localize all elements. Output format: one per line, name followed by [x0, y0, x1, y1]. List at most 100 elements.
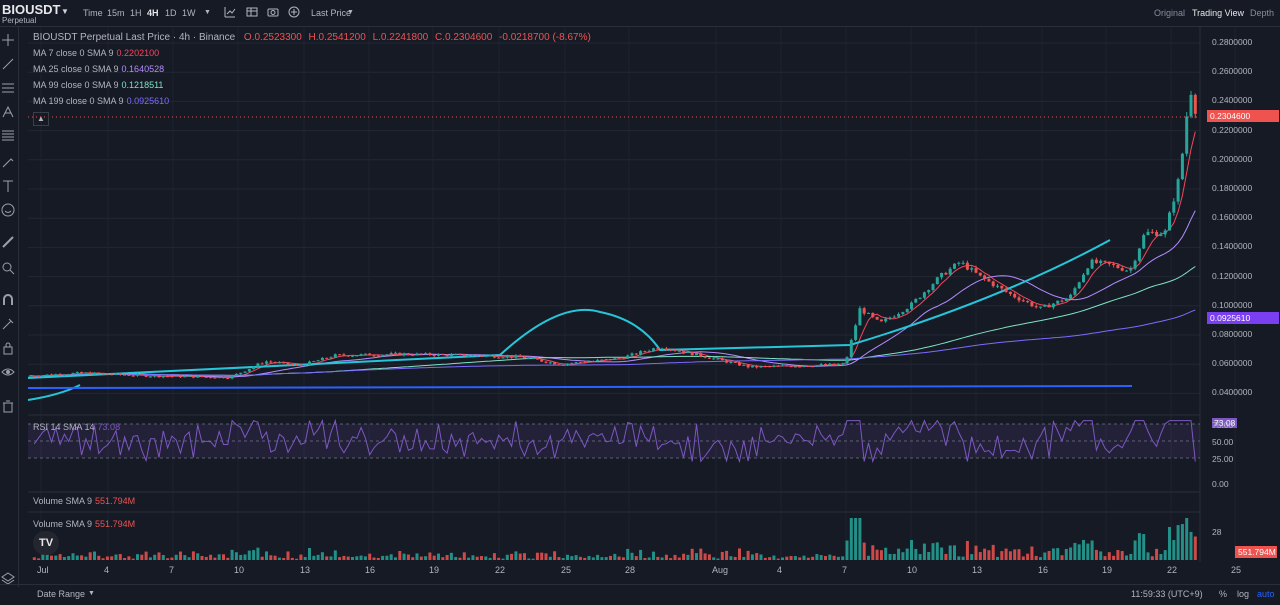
volume-bar — [677, 557, 681, 560]
volume-bar — [1064, 548, 1068, 560]
candle-body — [204, 376, 208, 378]
volume-bar — [144, 551, 148, 560]
volume-bar — [471, 555, 475, 560]
volume-bar — [733, 556, 737, 560]
auto-toggle[interactable]: auto — [1257, 589, 1275, 599]
candle-body — [286, 362, 290, 365]
volume-bar — [673, 554, 677, 560]
volume-bar — [1133, 540, 1137, 560]
candle-body — [501, 357, 505, 359]
legend-ma199[interactable]: MA 199 close 0 SMA 9 0.0925610 — [33, 96, 169, 106]
volume-bar — [394, 557, 397, 560]
volume-bar — [574, 555, 578, 560]
candle-body — [1146, 231, 1150, 236]
legend-ma7[interactable]: MA 7 close 0 SMA 9 0.2202100 — [33, 48, 159, 58]
volume-bar — [363, 556, 367, 560]
log-toggle[interactable]: log — [1237, 589, 1249, 599]
date-range-dropdown-icon[interactable]: ▼ — [88, 590, 95, 597]
volume-bar — [260, 556, 264, 560]
candle-body — [148, 376, 152, 378]
volume-bar — [561, 558, 565, 560]
legend-change: -0.0218700 (-8.67%) — [499, 32, 591, 43]
candle-body — [368, 353, 372, 356]
price-chart[interactable] — [0, 0, 1280, 604]
volume-bar — [166, 558, 170, 560]
rsi-level-0: 0.00 — [1212, 479, 1229, 489]
candle-body — [217, 376, 221, 378]
volume-bar — [1047, 551, 1051, 560]
candle-body — [970, 268, 974, 270]
candle-body — [991, 281, 995, 287]
volume-bar — [957, 556, 961, 560]
candle-body — [944, 272, 948, 275]
volume-bar — [836, 556, 840, 560]
volume-bar — [204, 556, 208, 560]
candle-body — [587, 361, 591, 363]
candle-body — [45, 374, 49, 376]
volume-bar — [793, 556, 797, 560]
clock[interactable]: 11:59:33 (UTC+9) — [1131, 589, 1203, 599]
rsi-level-75: 75.00 — [1212, 420, 1234, 430]
volume-bar — [1004, 548, 1008, 560]
volume-bar — [1099, 551, 1103, 560]
candle-body — [41, 375, 45, 377]
rsi-legend: RSI 14 SMA 14 73.08 — [33, 422, 120, 432]
candle-body — [544, 361, 548, 363]
volume-bar — [118, 554, 122, 560]
volume-bar — [320, 552, 324, 560]
price-axis-label: 0.2400000 — [1212, 95, 1253, 106]
candle-body — [153, 375, 157, 377]
volume-bar — [544, 553, 548, 560]
volume-bar — [1112, 555, 1116, 560]
volume-bar — [1193, 536, 1197, 560]
volume-bar — [578, 556, 582, 560]
volume-legend-top: Volume SMA 9 551.794M — [33, 496, 135, 506]
volume-bar — [1082, 539, 1085, 560]
candle-body — [617, 358, 621, 360]
candle-body — [480, 355, 483, 357]
candle-body — [656, 348, 660, 350]
volume-bar — [170, 557, 174, 560]
legend-title-row: BIOUSDT Perpetual Last Price · 4h · Bina… — [33, 32, 591, 43]
volume-bar — [875, 549, 879, 560]
volume-bar — [695, 553, 698, 560]
candle-body — [523, 356, 526, 359]
volume-bar — [983, 548, 987, 560]
candle-body — [1180, 153, 1184, 180]
volume-bar — [372, 557, 376, 560]
rsi-band — [28, 424, 1200, 458]
volume-bar — [944, 553, 948, 560]
volume-bar — [406, 554, 410, 560]
legend-ma25[interactable]: MA 25 close 0 SMA 9 0.1640528 — [33, 64, 164, 74]
percent-toggle[interactable]: % — [1219, 589, 1227, 599]
volume-bar — [1120, 551, 1124, 560]
volume-label-2: Volume SMA 9 — [33, 519, 93, 529]
candle-body — [703, 356, 707, 358]
candle-body — [1021, 300, 1025, 302]
volume-bar — [50, 555, 53, 560]
volume-bar — [295, 558, 299, 560]
volume-bar — [888, 553, 892, 560]
candle-body — [561, 364, 565, 366]
legend-collapse-icon[interactable]: ▲ — [33, 112, 49, 126]
price-axis-label: 0.2800000 — [1212, 37, 1253, 47]
volume-bar — [862, 542, 866, 560]
volume-bar — [664, 554, 668, 560]
candle-body — [84, 372, 88, 374]
volume-bar — [1051, 548, 1055, 560]
candle-body — [97, 372, 101, 374]
candle-body — [1129, 268, 1133, 271]
candle-body — [325, 357, 329, 359]
volume-bar — [480, 556, 483, 560]
candle-body — [118, 373, 122, 375]
volume-bar — [299, 554, 303, 560]
date-range-button[interactable]: Date Range — [37, 589, 85, 599]
candle-body — [467, 355, 471, 357]
candle-body — [514, 355, 518, 358]
candle-body — [1077, 282, 1081, 289]
volume-bar — [948, 545, 952, 560]
volume-bar — [239, 554, 243, 560]
ma199-price-tag: 0.0925610 — [1207, 312, 1279, 324]
legend-ma99[interactable]: MA 99 close 0 SMA 9 0.1218511 — [33, 80, 163, 90]
volume-bar — [596, 554, 600, 560]
